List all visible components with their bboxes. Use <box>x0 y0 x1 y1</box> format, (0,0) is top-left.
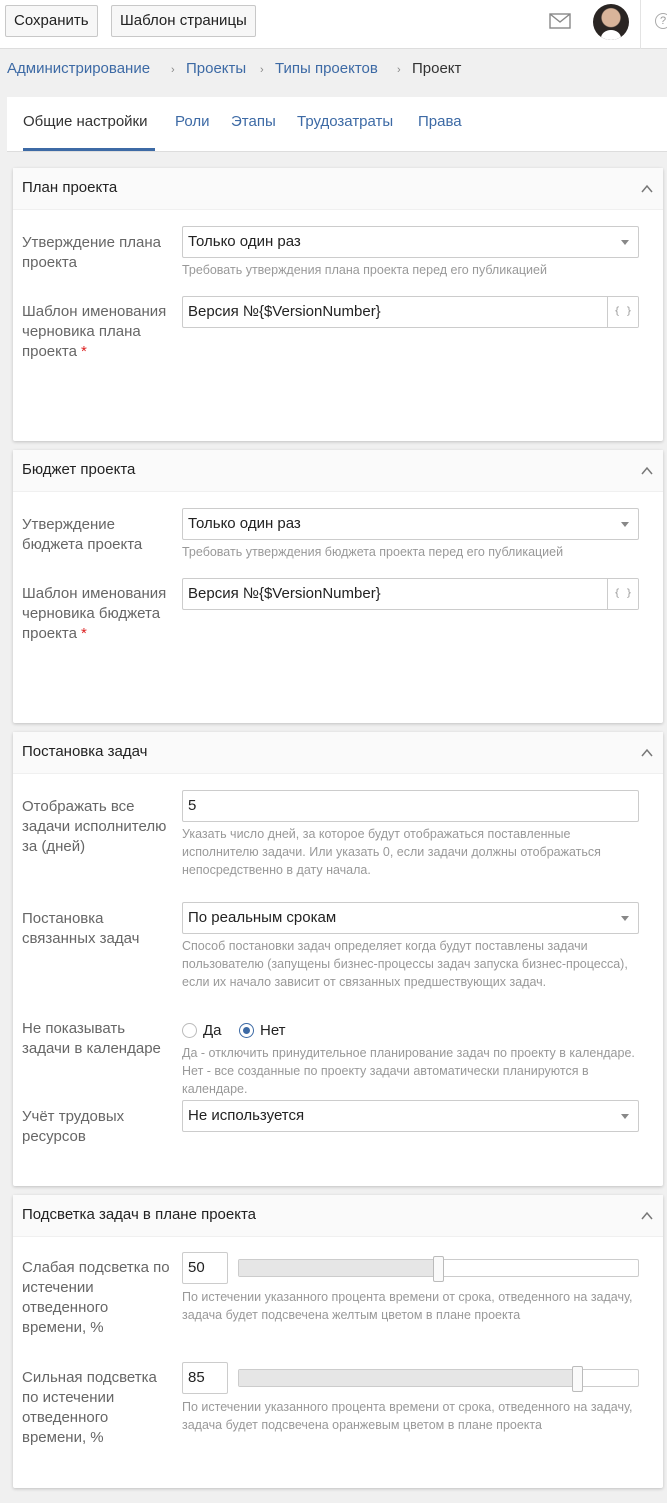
budget-naming-label: Шаблон именования черновика бюджета прое… <box>22 584 172 644</box>
chevron-down-icon <box>621 916 629 921</box>
chevron-down-icon <box>621 522 629 527</box>
tab-permissions[interactable]: Права <box>418 113 462 130</box>
input-value: Версия №{$VersionNumber} <box>188 303 381 320</box>
tasks-linked-hint: Способ постановки задач определяет когда… <box>182 939 628 989</box>
tasks-calendar-radio-group: Да Нет <box>182 1021 482 1041</box>
budget-approval-hint: Требовать утверждения бюджета проекта пе… <box>182 545 564 559</box>
strong-highlight-hint: По истечении указанного процента времени… <box>182 1400 633 1432</box>
panel-project-budget: Бюджет проекта Утверждение бюджета проек… <box>13 450 663 723</box>
slider-handle[interactable] <box>432 1256 444 1282</box>
tasks-calendar-label: Не показывать задачи в календаре <box>22 1020 161 1057</box>
tasks-resources-label: Учёт трудовых ресурсов <box>22 1108 125 1145</box>
slider-fill <box>239 1260 439 1276</box>
chevron-up-icon[interactable] <box>641 1210 653 1222</box>
breadcrumb-item-project-types[interactable]: Типы проектов <box>275 60 378 77</box>
panel-title: Постановка задач <box>22 743 148 760</box>
variables-button[interactable]: { } <box>607 579 638 609</box>
plan-approval-label: Утверждение плана проекта <box>22 234 162 271</box>
toolbar-divider <box>640 0 641 49</box>
help-icon[interactable]: ? <box>655 13 667 29</box>
plan-approval-hint: Требовать утверждения плана проекта пере… <box>182 263 547 277</box>
breadcrumb-item-administration[interactable]: Администрирование <box>7 60 150 77</box>
tasks-days-input[interactable]: 5 <box>182 790 639 822</box>
strong-highlight-input[interactable]: 85 <box>182 1362 228 1394</box>
tasks-calendar-hint: Да - отключить принудительное планирован… <box>182 1046 635 1096</box>
select-value: По реальным срокам <box>188 909 337 926</box>
strong-highlight-slider[interactable] <box>238 1366 639 1392</box>
tab-stages[interactable]: Этапы <box>231 113 276 130</box>
budget-approval-select[interactable]: Только один раз <box>182 508 639 540</box>
radio-label: Нет <box>260 1022 286 1039</box>
page-template-button[interactable]: Шаблон страницы <box>111 5 256 37</box>
mail-icon[interactable] <box>549 13 571 29</box>
strong-highlight-label: Сильная подсветка по истечении отведенно… <box>22 1369 157 1446</box>
label-text: Шаблон именования черновика бюджета прое… <box>22 585 167 642</box>
tab-roles[interactable]: Роли <box>175 113 210 130</box>
panel-header[interactable]: План проекта <box>13 168 663 210</box>
tasks-linked-label: Постановка связанных задач <box>22 910 140 947</box>
weak-highlight-hint: По истечении указанного процента времени… <box>182 1290 633 1322</box>
label-text: Шаблон именования черновика плана проект… <box>22 303 167 360</box>
breadcrumb-separator: › <box>260 64 264 76</box>
budget-approval-label: Утверждение бюджета проекта <box>22 516 143 553</box>
panel-header[interactable]: Бюджет проекта <box>13 450 663 492</box>
tab-bar: Общие настройки Роли Этапы Трудозатраты … <box>7 97 667 152</box>
tasks-resources-select[interactable]: Не используется <box>182 1100 639 1132</box>
chevron-down-icon <box>621 240 629 245</box>
panel-title: План проекта <box>22 179 118 196</box>
panel-task-highlight: Подсветка задач в плане проекта Слабая п… <box>13 1195 663 1488</box>
panel-task-assignment: Постановка задач Отображать все задачи и… <box>13 732 663 1186</box>
chevron-up-icon[interactable] <box>641 183 653 195</box>
active-tab-indicator <box>23 148 155 151</box>
chevron-down-icon <box>621 1114 629 1119</box>
top-toolbar: Сохранить Шаблон страницы ? <box>0 0 667 49</box>
chevron-up-icon[interactable] <box>641 747 653 759</box>
save-button[interactable]: Сохранить <box>5 5 98 37</box>
weak-highlight-label: Слабая подсветка по истечении отведенног… <box>22 1259 170 1336</box>
tasks-days-hint: Указать число дней, за которое будут ото… <box>182 827 601 877</box>
plan-naming-label: Шаблон именования черновика плана проект… <box>22 302 172 362</box>
radio-button-selected[interactable] <box>239 1023 254 1038</box>
weak-highlight-input[interactable]: 50 <box>182 1252 228 1284</box>
tab-labor-costs[interactable]: Трудозатраты <box>297 113 393 130</box>
input-value: Версия №{$VersionNumber} <box>188 585 381 602</box>
slider-handle[interactable] <box>572 1366 584 1392</box>
select-value: Не используется <box>188 1107 305 1124</box>
panel-title: Бюджет проекта <box>22 461 136 478</box>
tasks-days-label: Отображать все задачи исполнителю за (дн… <box>22 798 167 855</box>
panel-project-plan: План проекта Утверждение плана проекта Т… <box>13 168 663 441</box>
chevron-up-icon[interactable] <box>641 465 653 477</box>
avatar[interactable] <box>593 4 629 40</box>
radio-button[interactable] <box>182 1023 197 1038</box>
panel-header[interactable]: Постановка задач <box>13 732 663 774</box>
required-mark: * <box>80 625 87 642</box>
select-value: Только один раз <box>188 233 301 250</box>
breadcrumb-item-projects[interactable]: Проекты <box>186 60 246 77</box>
tab-general-settings[interactable]: Общие настройки <box>23 113 148 130</box>
panel-title: Подсветка задач в плане проекта <box>22 1206 257 1223</box>
select-value: Только один раз <box>188 515 301 532</box>
plan-naming-input[interactable]: Версия №{$VersionNumber} { } <box>182 296 639 328</box>
slider-fill <box>239 1370 579 1386</box>
breadcrumb-separator: › <box>397 64 401 76</box>
weak-highlight-slider[interactable] <box>238 1256 639 1282</box>
breadcrumb-separator: › <box>171 64 175 76</box>
radio-label: Да <box>203 1022 222 1039</box>
required-mark: * <box>80 343 87 360</box>
variables-button[interactable]: { } <box>607 297 638 327</box>
tasks-linked-select[interactable]: По реальным срокам <box>182 902 639 934</box>
plan-approval-select[interactable]: Только один раз <box>182 226 639 258</box>
breadcrumb-current: Проект <box>412 60 462 77</box>
panel-header[interactable]: Подсветка задач в плане проекта <box>13 1195 663 1237</box>
budget-naming-input[interactable]: Версия №{$VersionNumber} { } <box>182 578 639 610</box>
